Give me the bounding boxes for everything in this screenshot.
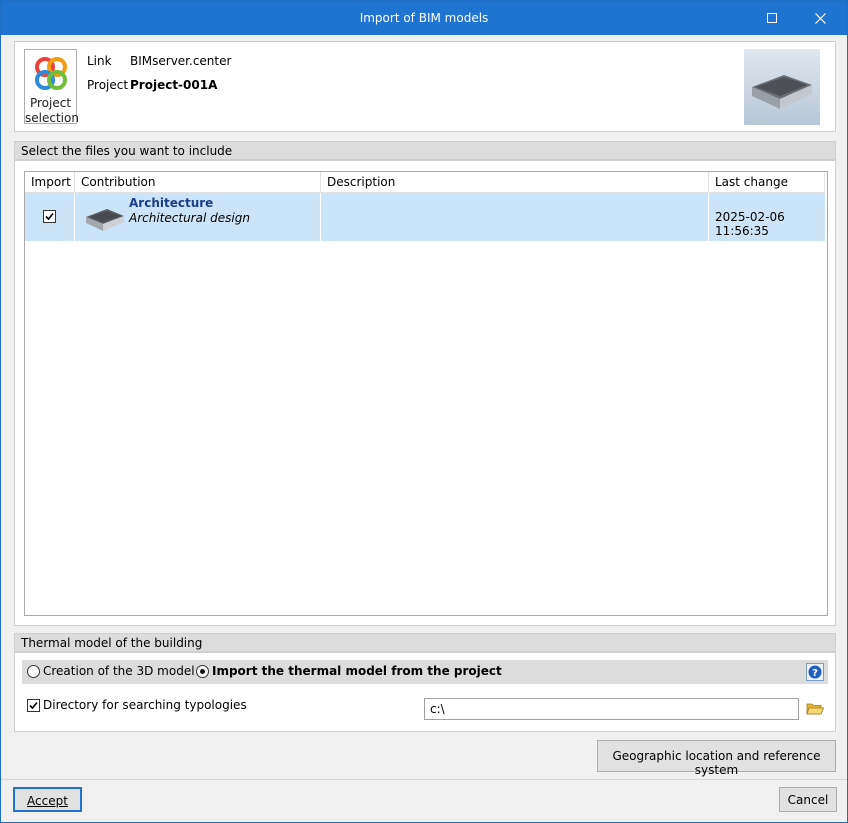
- import-checkbox[interactable]: [43, 210, 56, 223]
- project-label: Project: [87, 78, 129, 92]
- svg-text:?: ?: [812, 668, 818, 679]
- building-model-icon: [752, 75, 812, 109]
- thermal-panel: Creation of the 3D model Import the ther…: [14, 652, 836, 732]
- link-label: Link: [87, 54, 112, 68]
- architecture-model-icon: [86, 209, 124, 231]
- radio-selected-dot: [200, 669, 205, 674]
- files-table: Import Contribution Description Last cha…: [24, 171, 828, 616]
- link-value: BIMserver.center: [130, 54, 232, 68]
- maximize-icon: [767, 13, 777, 23]
- files-panel: Import Contribution Description Last cha…: [14, 160, 836, 626]
- directory-input[interactable]: [424, 698, 799, 720]
- column-header-import[interactable]: Import: [25, 172, 75, 193]
- help-button[interactable]: ?: [806, 663, 824, 681]
- contribution-subtitle: Architectural design: [129, 211, 250, 225]
- bimserver-logo-icon: [35, 57, 67, 90]
- thermal-option-bar: Creation of the 3D model Import the ther…: [22, 660, 828, 684]
- checkmark-icon: [45, 212, 54, 221]
- geographic-location-button[interactable]: Geographic location and reference system: [597, 740, 836, 777]
- open-folder-icon: [806, 703, 825, 715]
- close-icon: [814, 12, 826, 24]
- project-selection-line2: selection: [25, 111, 79, 125]
- project-selection-button[interactable]: Project selection: [24, 49, 79, 126]
- contribution-title: Architecture: [129, 196, 214, 210]
- import-bim-dialog: Import of BIM models Project selection L…: [0, 0, 848, 823]
- description-cell: [321, 193, 709, 241]
- directory-checkbox-label[interactable]: Directory for searching typologies: [43, 698, 247, 712]
- close-button[interactable]: [797, 1, 843, 35]
- column-header-description[interactable]: Description: [321, 172, 709, 193]
- radio-import-thermal-model[interactable]: [196, 665, 209, 678]
- project-value: Project-001A: [130, 78, 218, 92]
- thermal-section-header: Thermal model of the building: [14, 633, 836, 652]
- help-icon: ?: [808, 665, 822, 679]
- files-section-header: Select the files you want to include: [14, 141, 836, 160]
- table-row[interactable]: Architecture Architectural design 2025-0…: [25, 193, 825, 241]
- project-thumbnail: [744, 49, 820, 125]
- maximize-button[interactable]: [749, 1, 795, 35]
- last-change-value: 2025-02-06 11:56:35: [715, 210, 785, 238]
- project-panel: Project selection Link BIMserver.center …: [14, 41, 836, 132]
- column-header-contribution[interactable]: Contribution: [75, 172, 321, 193]
- cancel-button[interactable]: Cancel: [779, 787, 837, 812]
- title-bar: Import of BIM models: [1, 1, 847, 35]
- footer-separator: [1, 779, 847, 780]
- window-title: Import of BIM models: [359, 11, 489, 25]
- accept-button-label: Accept: [27, 794, 68, 808]
- project-selection-label: Project selection: [25, 96, 79, 126]
- radio-create-3d-model[interactable]: [27, 665, 40, 678]
- checkmark-icon: [29, 701, 38, 710]
- directory-checkbox[interactable]: [27, 699, 40, 712]
- browse-folder-button[interactable]: [805, 699, 825, 719]
- project-selection-line1: Project: [29, 96, 72, 110]
- radio-create-label[interactable]: Creation of the 3D model: [43, 664, 195, 678]
- radio-import-label[interactable]: Import the thermal model from the projec…: [212, 664, 502, 678]
- column-header-last-change[interactable]: Last change: [709, 172, 825, 193]
- accept-button[interactable]: Accept: [13, 787, 82, 812]
